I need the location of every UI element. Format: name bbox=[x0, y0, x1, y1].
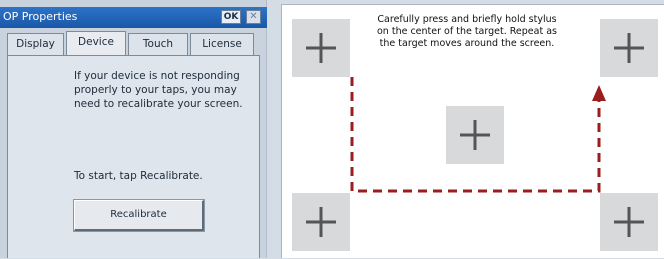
tab-touch[interactable]: Touch bbox=[128, 33, 188, 55]
crosshair-icon bbox=[306, 207, 336, 237]
target-top-left[interactable] bbox=[292, 19, 350, 77]
arrow-up-icon bbox=[592, 85, 606, 101]
dialog-title: OP Properties bbox=[3, 10, 78, 23]
recalibrate-button[interactable]: Recalibrate bbox=[74, 200, 204, 231]
calibration-screen: Carefully press and briefly hold stylus … bbox=[281, 4, 664, 258]
crosshair-icon bbox=[614, 33, 644, 63]
tab-display[interactable]: Display bbox=[7, 33, 64, 55]
target-center[interactable] bbox=[446, 106, 504, 164]
dialog-titlebar: OP Properties OK ✕ bbox=[0, 7, 267, 28]
target-top-right[interactable] bbox=[600, 19, 658, 77]
crosshair-icon bbox=[306, 33, 336, 63]
crosshair-icon bbox=[614, 207, 644, 237]
start-instruction: To start, tap Recalibrate. bbox=[74, 170, 203, 182]
op-properties-dialog: OP Properties OK ✕ Display Device Touch … bbox=[0, 0, 267, 258]
target-bottom-right[interactable] bbox=[600, 193, 658, 251]
target-bottom-left[interactable] bbox=[292, 193, 350, 251]
recalibrate-description: If your device is not responding properl… bbox=[74, 70, 243, 110]
close-button[interactable]: ✕ bbox=[246, 10, 261, 24]
crosshair-icon bbox=[460, 120, 490, 150]
tab-device[interactable]: Device bbox=[66, 31, 126, 55]
tab-strip: Display Device Touch License bbox=[7, 31, 260, 55]
tab-license[interactable]: License bbox=[190, 33, 254, 55]
device-tab-panel: If your device is not responding properl… bbox=[7, 55, 260, 258]
ok-button[interactable]: OK bbox=[221, 10, 241, 24]
